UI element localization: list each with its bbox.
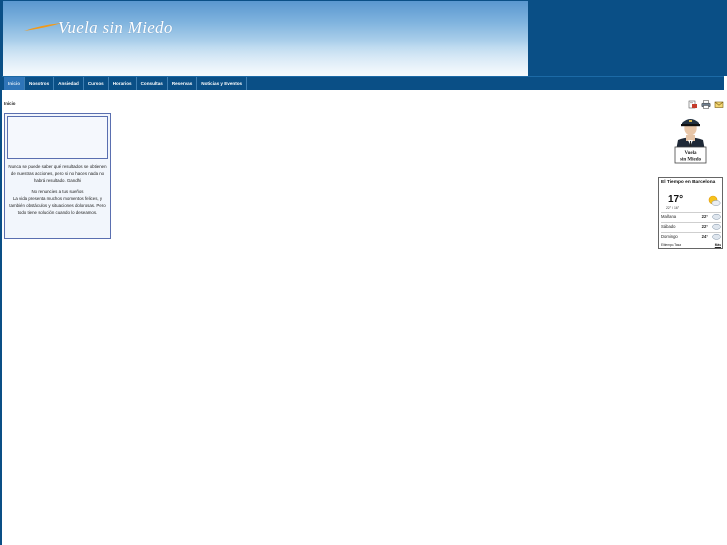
quote-subtitle: No renuncies a tus sueños	[31, 189, 84, 195]
forecast-temp: 24°	[701, 233, 708, 239]
forecast-temp: 22°	[701, 223, 708, 229]
nav-item-cursos[interactable]: Cursos	[84, 77, 109, 90]
nav-item-inicio[interactable]: Inicio	[4, 77, 25, 90]
email-icon[interactable]	[714, 100, 724, 109]
forecast-row: Domingo 24°	[661, 232, 721, 240]
main-nav: Inicio Nosotros Ansiedad Cursos Horarios…	[2, 76, 724, 90]
pilot-sign-line1: Vuela	[684, 151, 697, 156]
weather-widget: El Tiempo en Barcelona 17° 22° / 16° Mañ…	[658, 177, 723, 249]
site-title: Vuela sin Miedo	[58, 18, 173, 37]
weather-more-link[interactable]: Más	[715, 243, 721, 247]
forecast-day: Sábado	[661, 223, 676, 229]
breadcrumb: Inicio	[4, 101, 16, 106]
plane-swoosh-icon	[24, 23, 62, 31]
header-banner: Vuela sin Miedo	[3, 1, 528, 76]
header-area: Vuela sin Miedo	[0, 0, 727, 76]
weather-title: El Tiempo en Barcelona	[661, 180, 716, 185]
quote-life: La vida presenta muchos momentos felices…	[9, 196, 106, 215]
nav-item-noticias-eventos[interactable]: Noticias y Eventos	[197, 77, 248, 90]
cloud-icon	[712, 223, 721, 230]
pdf-icon[interactable]	[688, 100, 698, 109]
nav-item-reservas[interactable]: Reservas	[168, 77, 198, 90]
forecast-row: Mañana 22°	[661, 212, 721, 220]
cloud-icon	[712, 213, 721, 220]
quote-gandhi: Nunca se puede saber qué resultados se o…	[8, 164, 107, 183]
quote-text: Nunca se puede saber qué resultados se o…	[8, 164, 107, 217]
nav-item-ansiedad[interactable]: Ansiedad	[54, 77, 84, 90]
forecast-day: Domingo	[661, 233, 678, 239]
nav-item-nosotros[interactable]: Nosotros	[25, 77, 55, 90]
sun-cloud-icon	[708, 195, 721, 206]
weather-footer: Eltiempo.Tasa Más	[661, 243, 721, 247]
forecast-day: Mañana	[661, 213, 677, 219]
quote-image-placeholder	[7, 116, 108, 159]
pilot-sign-line2: sin Miedo	[680, 158, 701, 163]
nav-item-horarios[interactable]: Horarios	[109, 77, 137, 90]
weather-source-link[interactable]: Eltiempo.Tasa	[661, 243, 681, 247]
banner-glow	[3, 41, 528, 76]
print-icon[interactable]	[701, 100, 711, 109]
forecast-temp: 22°	[701, 213, 708, 219]
weather-current-temp: 17°	[668, 194, 684, 205]
pilot-mascot-image[interactable]: Vuela sin Miedo	[669, 113, 712, 165]
quote-module: Nunca se puede saber qué resultados se o…	[4, 113, 111, 239]
forecast-row: Sábado 22°	[661, 222, 721, 230]
article-tools	[688, 100, 724, 109]
weather-range: 22° / 16°	[666, 206, 680, 210]
cloud-icon	[712, 233, 721, 240]
nav-item-consultas[interactable]: Consultas	[137, 77, 168, 90]
